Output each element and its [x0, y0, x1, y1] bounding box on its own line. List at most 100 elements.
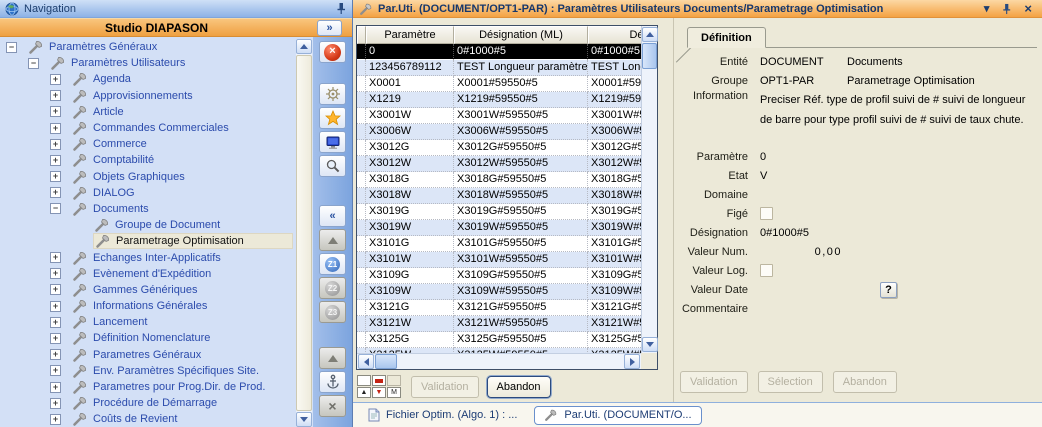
- tab-par-uti[interactable]: Par.Uti. (DOCUMENT/O...: [534, 406, 701, 425]
- search-button[interactable]: [319, 155, 346, 177]
- delete-x-button[interactable]: ×: [319, 395, 346, 417]
- table-row[interactable]: X3121W X3121W#59550#5 X3121W#59550#5: [357, 316, 641, 332]
- table-row[interactable]: X3006W X3006W#59550#5 X3006W#59550#5: [357, 124, 641, 140]
- sort-down-button[interactable]: ▼: [372, 387, 386, 398]
- tree-item[interactable]: Groupe de Document: [0, 217, 293, 233]
- tree-item[interactable]: + Agenda: [0, 71, 293, 87]
- anchor-button[interactable]: [319, 371, 346, 393]
- tree-item[interactable]: + Approvisionnements: [0, 88, 293, 104]
- tree-item[interactable]: + Evènement d'Expédition: [0, 266, 293, 282]
- wheel-button[interactable]: [319, 83, 346, 105]
- tree-item[interactable]: + Lancement: [0, 314, 293, 330]
- expand-toggle[interactable]: −: [50, 203, 61, 214]
- table-row[interactable]: X1219 X1219#59550#5 X1219#59550#5: [357, 92, 641, 108]
- tree-item[interactable]: + Informations Générales: [0, 298, 293, 314]
- expand-toggle[interactable]: +: [50, 106, 61, 117]
- abandon-button[interactable]: Abandon: [487, 376, 551, 398]
- table-row[interactable]: X3018G X3018G#59550#5 X3018G#59550#5: [357, 172, 641, 188]
- expand-toggle[interactable]: +: [50, 382, 61, 393]
- date-help-button[interactable]: ?: [880, 282, 897, 298]
- scroll-thumb[interactable]: [296, 55, 312, 411]
- expand-toggle[interactable]: +: [50, 90, 61, 101]
- tree-item[interactable]: + Définition Nomenclature: [0, 330, 293, 346]
- move-up-button-1[interactable]: [319, 229, 346, 251]
- tree-item[interactable]: − Paramètres Généraux: [0, 39, 293, 55]
- table-row[interactable]: X0001 X0001#59550#5 X0001#59550#5: [357, 76, 641, 92]
- table-row[interactable]: 0 0#1000#5 0#1000#5: [357, 44, 641, 60]
- fige-checkbox[interactable]: [760, 207, 773, 220]
- expand-toggle[interactable]: +: [50, 171, 61, 182]
- expand-chevron-button[interactable]: »: [317, 20, 342, 36]
- zoom1-button[interactable]: Z1: [319, 253, 346, 275]
- table-row[interactable]: X3109W X3109W#59550#5 X3109W#59550#5: [357, 284, 641, 300]
- tab-definition[interactable]: Définition: [687, 27, 766, 48]
- move-up-button-2[interactable]: [319, 347, 346, 369]
- tree-item[interactable]: + Procédure de Démarrage: [0, 395, 293, 411]
- table-row[interactable]: X3101W X3101W#59550#5 X3101W#59550#5: [357, 252, 641, 268]
- tree-item[interactable]: Parametrage Optimisation: [0, 233, 293, 249]
- tree-item[interactable]: + Gammes Génériques: [0, 282, 293, 298]
- record-blank-button[interactable]: [387, 375, 401, 386]
- tree-item[interactable]: + Parametres Généraux: [0, 347, 293, 363]
- tree-item[interactable]: + Echanges Inter-Applicatifs: [0, 249, 293, 265]
- tree-item[interactable]: + Env. Paramètres Spécifiques Site.: [0, 363, 293, 379]
- tree-item[interactable]: + Parametres pour Prog.Dir. de Prod.: [0, 379, 293, 395]
- expand-toggle[interactable]: +: [50, 398, 61, 409]
- scroll-up-button[interactable]: [296, 39, 312, 54]
- table-vertical-scrollbar[interactable]: [641, 26, 657, 353]
- table-row[interactable]: X3101G X3101G#59550#5 X3101G#59550#5: [357, 236, 641, 252]
- abandon-button[interactable]: Abandon: [833, 371, 897, 393]
- expand-toggle[interactable]: +: [50, 301, 61, 312]
- record-mark-button[interactable]: [372, 375, 386, 386]
- scroll-down-button[interactable]: [642, 337, 658, 352]
- record-m-button[interactable]: M: [387, 387, 401, 398]
- favorites-button[interactable]: [319, 107, 346, 129]
- expand-toggle[interactable]: −: [28, 58, 39, 69]
- scroll-right-button[interactable]: [624, 354, 640, 369]
- expand-toggle[interactable]: −: [6, 42, 17, 53]
- table-horizontal-scrollbar[interactable]: [357, 353, 641, 369]
- table-row[interactable]: X3109G X3109G#59550#5 X3109G#59550#5: [357, 268, 641, 284]
- expand-toggle[interactable]: +: [50, 414, 61, 425]
- expand-toggle[interactable]: +: [50, 333, 61, 344]
- tree-item[interactable]: + Comptabilité: [0, 152, 293, 168]
- header-parametre[interactable]: Paramètre: [366, 26, 454, 44]
- expand-toggle[interactable]: +: [50, 349, 61, 360]
- table-row[interactable]: X3019G X3019G#59550#5 X3019G#59550#5: [357, 204, 641, 220]
- pin-icon[interactable]: [335, 2, 347, 15]
- record-first-button[interactable]: [357, 375, 371, 386]
- selection-button[interactable]: Sélection: [758, 371, 823, 393]
- expand-toggle[interactable]: +: [50, 123, 61, 134]
- pin-icon[interactable]: [1001, 3, 1012, 15]
- table-row[interactable]: X3121G X3121G#59550#5 X3121G#59550#5: [357, 300, 641, 316]
- expand-toggle[interactable]: +: [50, 268, 61, 279]
- close-icon[interactable]: ×: [1024, 1, 1032, 16]
- expand-toggle[interactable]: +: [50, 74, 61, 85]
- tree-item[interactable]: + Commandes Commerciales: [0, 120, 293, 136]
- scroll-left-button[interactable]: [358, 354, 374, 369]
- tree-item[interactable]: + Coûts de Revient: [0, 411, 293, 427]
- header-designation-ml[interactable]: Désignation (ML): [454, 26, 588, 44]
- tree-item[interactable]: + Commerce: [0, 136, 293, 152]
- tree-scrollbar[interactable]: [296, 39, 312, 427]
- tree-item[interactable]: − Paramètres Utilisateurs: [0, 55, 293, 71]
- scroll-thumb[interactable]: [375, 354, 397, 369]
- scroll-up-button[interactable]: [642, 27, 658, 42]
- scroll-down-button[interactable]: [296, 412, 312, 427]
- sort-up-button[interactable]: ▲: [357, 387, 371, 398]
- table-row[interactable]: X3018W X3018W#59550#5 X3018W#59550#5: [357, 188, 641, 204]
- header-designation[interactable]: Désignation: [588, 26, 641, 44]
- close-circle-button[interactable]: ×: [319, 41, 346, 63]
- tree-item[interactable]: + Article: [0, 104, 293, 120]
- expand-toggle[interactable]: +: [50, 284, 61, 295]
- expand-toggle[interactable]: +: [50, 187, 61, 198]
- scroll-thumb[interactable]: [642, 43, 657, 69]
- collapse-left-button[interactable]: «: [319, 205, 346, 227]
- expand-toggle[interactable]: +: [50, 252, 61, 263]
- valeur-log-checkbox[interactable]: [760, 264, 773, 277]
- validation-button[interactable]: Validation: [411, 376, 479, 398]
- expand-toggle[interactable]: +: [50, 139, 61, 150]
- screen-button[interactable]: [319, 131, 346, 153]
- tree-item[interactable]: − Documents: [0, 201, 293, 217]
- validation-button[interactable]: Validation: [680, 371, 748, 393]
